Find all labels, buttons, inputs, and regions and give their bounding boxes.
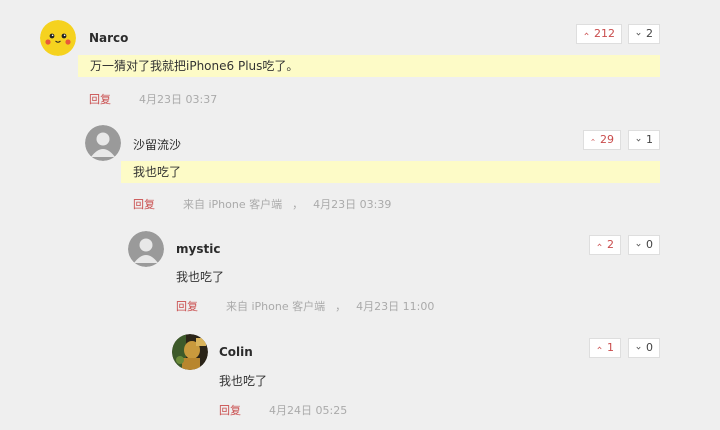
up-arrow-icon bbox=[597, 346, 602, 350]
comment-text: 万一猜对了我就把iPhone6 Plus吃了。 bbox=[78, 55, 660, 77]
pikachu-avatar-icon bbox=[40, 20, 76, 56]
downvote-button[interactable]: 0 bbox=[628, 338, 660, 358]
downvote-count: 0 bbox=[646, 238, 653, 251]
down-arrow-icon bbox=[636, 243, 641, 247]
source-label: 来自 iPhone 客户端 bbox=[226, 300, 326, 313]
username[interactable]: Colin bbox=[219, 345, 253, 359]
downvote-count: 0 bbox=[646, 341, 653, 354]
upvote-button[interactable]: 2 bbox=[589, 235, 621, 255]
downvote-count: 2 bbox=[646, 27, 653, 40]
comment-meta: 回复 4月24日 05:25 bbox=[219, 402, 347, 418]
comment-meta: 回复 来自 iPhone 客户端 ， 4月23日 11:00 bbox=[176, 298, 434, 314]
upvote-button[interactable]: 29 bbox=[583, 130, 621, 150]
avatar[interactable] bbox=[128, 231, 164, 267]
reply-button[interactable]: 回复 bbox=[219, 404, 241, 417]
timestamp: 4月24日 05:25 bbox=[269, 404, 348, 417]
default-user-avatar-icon bbox=[85, 125, 121, 161]
comment-meta: 回复 4月23日 03:37 bbox=[89, 91, 217, 107]
comment-text: 我也吃了 bbox=[219, 374, 268, 388]
downvote-count: 1 bbox=[646, 133, 653, 146]
timestamp: 4月23日 11:00 bbox=[356, 300, 435, 313]
timestamp: 4月23日 03:39 bbox=[313, 198, 392, 211]
downvote-button[interactable]: 2 bbox=[628, 24, 660, 44]
comment-meta: 回复 来自 iPhone 客户端 ， 4月23日 03:39 bbox=[133, 196, 391, 212]
avatar[interactable] bbox=[172, 334, 208, 370]
down-arrow-icon bbox=[636, 346, 641, 350]
up-arrow-icon bbox=[597, 243, 602, 247]
up-arrow-icon bbox=[584, 32, 589, 36]
source-label: 来自 iPhone 客户端 bbox=[183, 198, 283, 211]
comment-text: 我也吃了 bbox=[176, 270, 225, 284]
up-arrow-icon bbox=[591, 138, 595, 141]
timestamp: 4月23日 03:37 bbox=[139, 93, 218, 106]
reply-button[interactable]: 回复 bbox=[176, 300, 198, 313]
upvote-count: 29 bbox=[600, 133, 614, 146]
down-arrow-icon bbox=[636, 138, 641, 142]
upvote-count: 2 bbox=[607, 238, 614, 251]
downvote-button[interactable]: 1 bbox=[628, 130, 660, 150]
avatar[interactable] bbox=[40, 20, 76, 56]
username[interactable]: 沙留流沙 bbox=[133, 136, 181, 153]
reply-button[interactable]: 回复 bbox=[89, 93, 111, 106]
photo-avatar-icon bbox=[172, 334, 208, 370]
comment-text: 我也吃了 bbox=[121, 161, 660, 183]
username[interactable]: mystic bbox=[176, 242, 220, 256]
upvote-button[interactable]: 212 bbox=[576, 24, 622, 44]
down-arrow-icon bbox=[636, 32, 641, 36]
separator: ， bbox=[335, 300, 347, 313]
upvote-count: 212 bbox=[594, 27, 615, 40]
reply-button[interactable]: 回复 bbox=[133, 198, 155, 211]
avatar[interactable] bbox=[85, 125, 121, 161]
username[interactable]: Narco bbox=[89, 31, 128, 45]
upvote-count: 1 bbox=[607, 341, 614, 354]
upvote-button[interactable]: 1 bbox=[589, 338, 621, 358]
default-user-avatar-icon bbox=[128, 231, 164, 267]
downvote-button[interactable]: 0 bbox=[628, 235, 660, 255]
separator: ， bbox=[292, 198, 304, 211]
